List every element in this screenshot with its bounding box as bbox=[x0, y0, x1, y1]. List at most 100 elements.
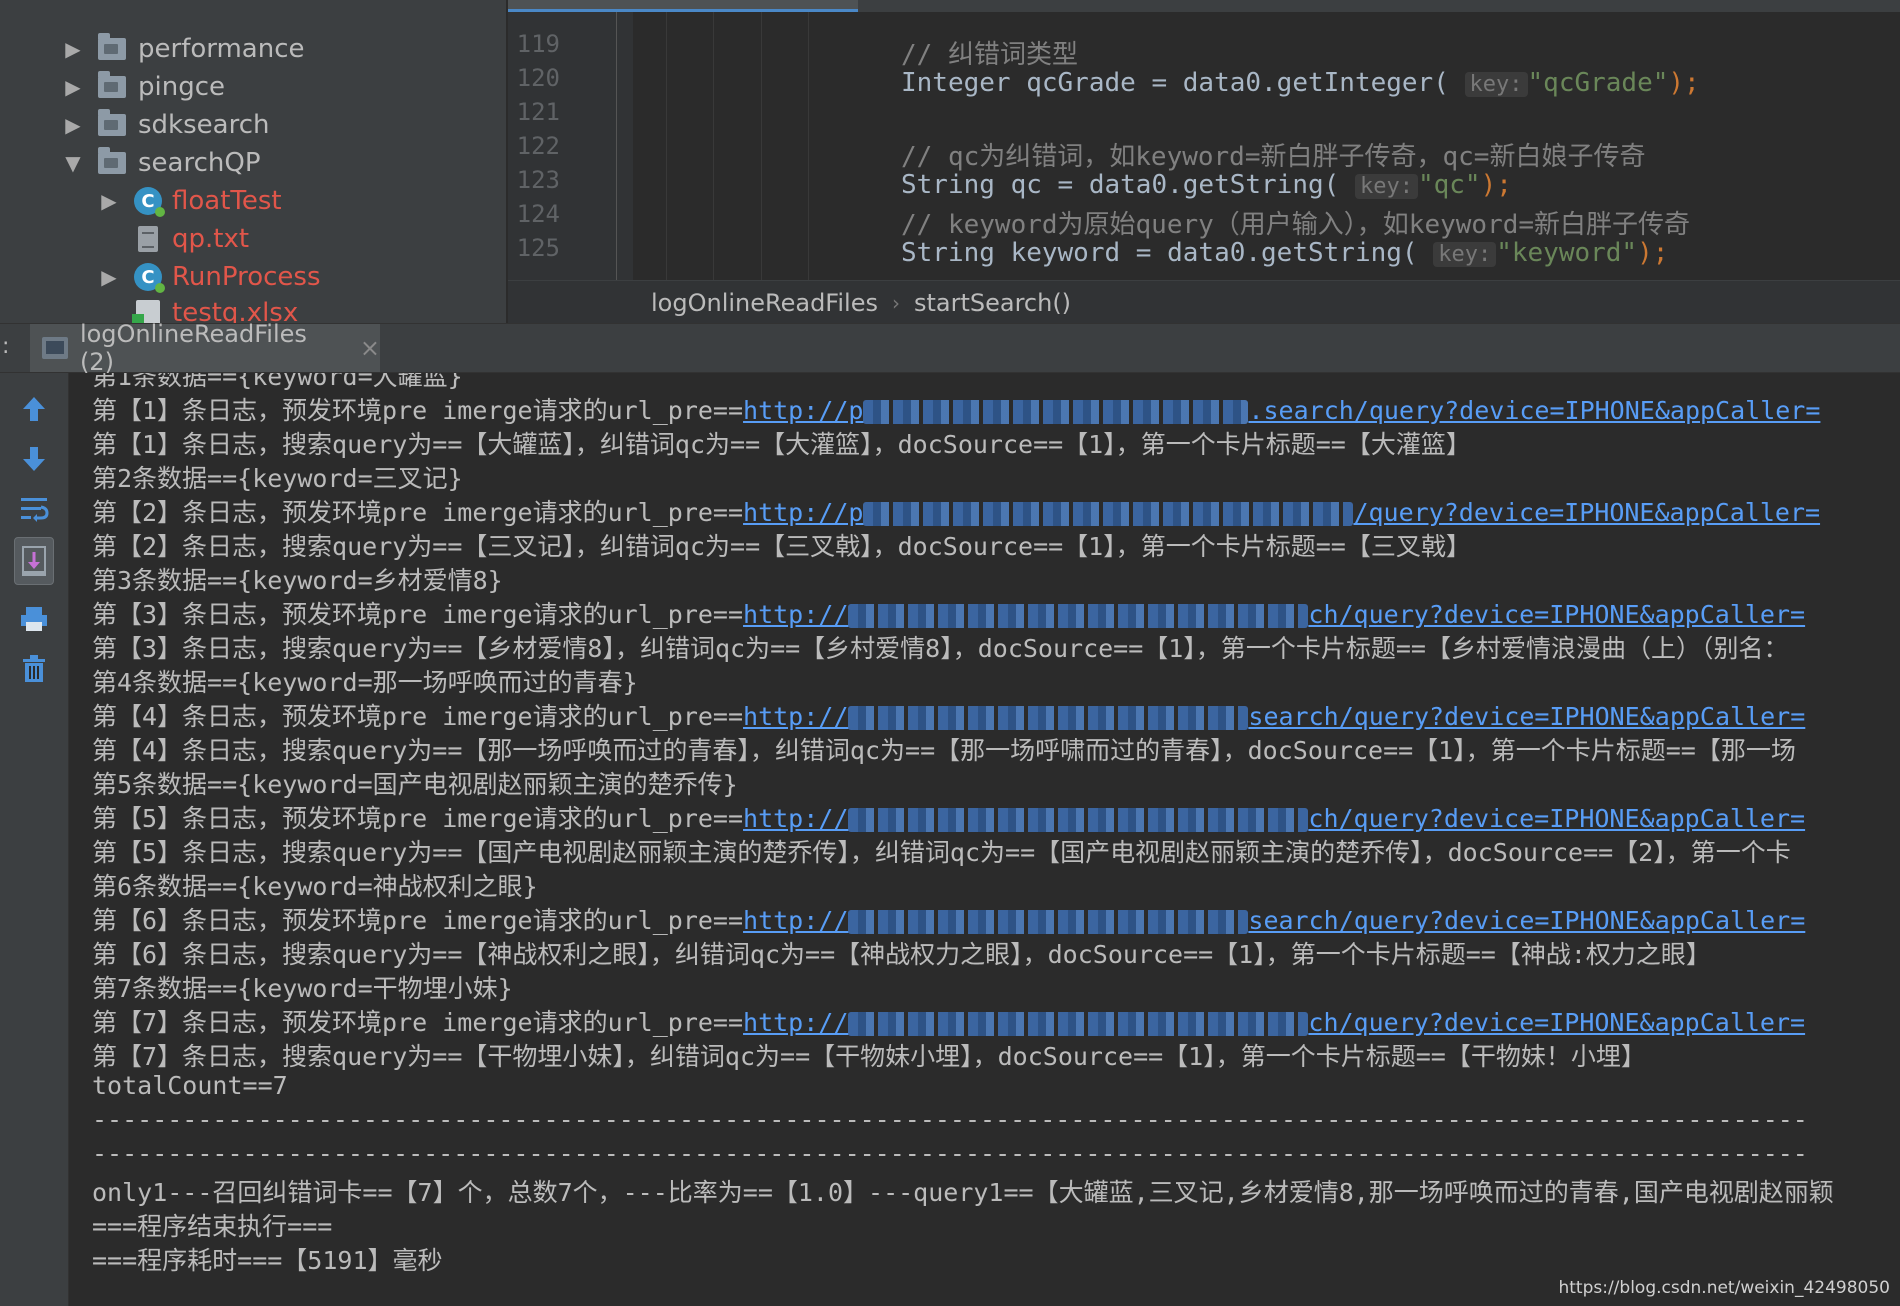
console-line: 第3条数据=={keyword=乡材爱情8} bbox=[92, 561, 503, 597]
code-comment: // 纠错词类型 bbox=[901, 40, 1078, 70]
tree-item-label: floatTest bbox=[172, 186, 282, 216]
redacted-url-segment bbox=[848, 910, 1249, 934]
indent-guide bbox=[666, 12, 667, 280]
console-line: 第2条数据=={keyword=三叉记} bbox=[92, 459, 463, 495]
url-suffix: ch/query?device=IPHONE&appCaller= bbox=[1308, 804, 1806, 833]
up-arrow-icon[interactable] bbox=[14, 389, 54, 429]
console-text: 第【5】条日志，搜索query为==【国产电视剧赵丽颖主演的楚乔传】，纠错词qc… bbox=[92, 838, 1791, 867]
tree-item-sdksearch[interactable]: ▶ sdksearch bbox=[62, 106, 269, 144]
console-url-link[interactable]: http:// ch/query?device=IPHONE&appCaller= bbox=[743, 600, 1805, 629]
trash-icon[interactable] bbox=[14, 649, 54, 689]
breadcrumb-separator: › bbox=[891, 290, 900, 315]
console-text: 第【6】条日志，预发环境pre imerge请求的url_pre== bbox=[92, 906, 744, 935]
tree-item-searchqp[interactable]: ▼ searchQP bbox=[62, 144, 261, 182]
console-line: 第【5】条日志，搜索query为==【国产电视剧赵丽颖主演的楚乔传】，纠错词qc… bbox=[92, 833, 1791, 869]
code-line[interactable]: // 纠错词类型 bbox=[901, 34, 1078, 71]
console-output[interactable]: 第1条数据=={keyword=大罐蓝} 第【1】条日志，预发环境pre imer… bbox=[69, 373, 1900, 1306]
tree-item-performance[interactable]: ▶ performance bbox=[62, 30, 305, 68]
close-icon[interactable]: × bbox=[360, 334, 380, 362]
chevron-right-icon[interactable]: ▶ bbox=[98, 265, 120, 289]
string-literal: "keyword" bbox=[1496, 238, 1638, 268]
editor-tab-active[interactable] bbox=[508, 0, 858, 12]
scroll-to-end-icon[interactable] bbox=[14, 537, 54, 585]
run-tab[interactable]: logOnlineReadFiles (2) × bbox=[30, 320, 380, 376]
console-text: 第【6】条日志，搜索query为==【神战权利之眼】，纠错词qc为==【神战权力… bbox=[92, 940, 1711, 969]
console-text: 第4条数据=={keyword=那一场呼唤而过的青春} bbox=[92, 668, 638, 697]
url-suffix: ch/query?device=IPHONE&appCaller= bbox=[1308, 600, 1806, 629]
code-text: Integer qcGrade = data0.getInteger( bbox=[901, 68, 1449, 98]
console-text: only1---召回纠错词卡==【7】个，总数7个，---比率为==【1.0】-… bbox=[92, 1178, 1834, 1207]
url-prefix: http://p bbox=[743, 396, 864, 425]
run-config-icon bbox=[42, 337, 68, 359]
code-line[interactable]: // qc为纠错词，如keyword=新白胖子传奇，qc=新白娘子传奇 bbox=[901, 136, 1645, 173]
tree-item-pingce[interactable]: ▶ pingce bbox=[62, 68, 225, 106]
string-literal: "qc" bbox=[1417, 170, 1481, 200]
console-line: ===程序结束执行=== bbox=[92, 1207, 332, 1243]
url-suffix: search/query?device=IPHONE&appCaller= bbox=[1248, 906, 1806, 935]
code-line[interactable]: String keyword = data0.getString( key: "k… bbox=[901, 238, 1668, 268]
console-text: 第5条数据=={keyword=国产电视剧赵丽颖主演的楚乔传} bbox=[92, 770, 738, 799]
chevron-right-icon[interactable]: ▶ bbox=[62, 37, 84, 61]
console-line: 第【2】条日志，搜索query为==【三叉记】，纠错词qc为==【三叉戟】，do… bbox=[92, 527, 1471, 563]
code-line[interactable]: String qc = data0.getString( key: "qc"); bbox=[901, 170, 1512, 200]
console-text: 第【1】条日志，搜索query为==【大罐蓝】，纠错词qc为==【大灌篮】，do… bbox=[92, 430, 1471, 459]
tree-item-label: performance bbox=[138, 34, 305, 64]
tree-item-qp-txt[interactable]: ▶qp.txt bbox=[98, 220, 249, 258]
breadcrumb-item[interactable]: logOnlineReadFiles bbox=[651, 289, 878, 317]
java-class-icon: C bbox=[134, 263, 165, 293]
console-text: 第【7】条日志，搜索query为==【干物埋小妹】，纠错词qc为==【干物妹小埋… bbox=[92, 1042, 1646, 1071]
editor-tab-bar bbox=[508, 0, 1900, 12]
console-text: 第【4】条日志，搜索query为==【那一场呼唤而过的青春】，纠错词qc为==【… bbox=[92, 736, 1796, 765]
code-editor[interactable]: 119 120 121 122 123 124 125 // 纠错词类型 Integer qc… bbox=[508, 0, 1900, 323]
console-line: 第1条数据=={keyword=大罐蓝} bbox=[92, 373, 463, 393]
code-text: String qc = data0.getString( bbox=[901, 170, 1340, 200]
line-number: 121 bbox=[516, 98, 560, 126]
console-text: 第6条数据=={keyword=神战权利之眼} bbox=[92, 872, 538, 901]
url-prefix: http:// bbox=[743, 600, 849, 629]
down-arrow-icon[interactable] bbox=[14, 439, 54, 479]
redacted-url-segment bbox=[848, 808, 1309, 832]
tree-item-floattest[interactable]: ▶ CfloatTest bbox=[98, 182, 282, 220]
print-icon[interactable] bbox=[14, 599, 54, 639]
console-text: 第【2】条日志，预发环境pre imerge请求的url_pre== bbox=[92, 498, 744, 527]
url-prefix: http:// bbox=[743, 906, 849, 935]
console-line: ----------------------------------------… bbox=[92, 1105, 1808, 1134]
console-line: only1---召回纠错词卡==【7】个，总数7个，---比率为==【1.0】-… bbox=[92, 1173, 1834, 1209]
breadcrumb-item[interactable]: startSearch() bbox=[914, 289, 1071, 317]
console-url-link[interactable]: http:// search/query?device=IPHONE&appCal… bbox=[743, 906, 1805, 935]
tree-item-testq-xlsx[interactable]: ▶testq.xlsx bbox=[98, 294, 298, 323]
console-text: 第1条数据=={keyword=大罐蓝} bbox=[92, 373, 463, 391]
console-text: 第【7】条日志，预发环境pre imerge请求的url_pre== bbox=[92, 1008, 744, 1037]
chevron-down-icon[interactable]: ▼ bbox=[62, 151, 84, 175]
folder-icon bbox=[98, 71, 126, 98]
console-text: 第【5】条日志，预发环境pre imerge请求的url_pre== bbox=[92, 804, 744, 833]
header-colon: : bbox=[2, 334, 10, 359]
console-url-link[interactable]: http:// search/query?device=IPHONE&appCal… bbox=[743, 702, 1805, 731]
url-suffix: search/query?device=IPHONE&appCaller= bbox=[1248, 702, 1806, 731]
redacted-url-segment bbox=[863, 400, 1249, 424]
console-text: 第【4】条日志，预发环境pre imerge请求的url_pre== bbox=[92, 702, 744, 731]
chevron-right-icon[interactable]: ▶ bbox=[62, 75, 84, 99]
console-line: 第【3】条日志，预发环境pre imerge请求的url_pre==http:/… bbox=[92, 595, 1805, 631]
console-url-link[interactable]: http:// ch/query?device=IPHONE&appCaller= bbox=[743, 804, 1805, 833]
chevron-right-icon[interactable]: ▶ bbox=[62, 113, 84, 137]
gutter-divider bbox=[616, 12, 617, 280]
soft-wrap-icon[interactable] bbox=[14, 489, 54, 529]
console-url-link[interactable]: http://p/query?device=IPHONE&appCaller= bbox=[743, 498, 1820, 527]
console-url-link[interactable]: http:// ch/query?device=IPHONE&appCaller= bbox=[743, 1008, 1805, 1037]
url-suffix: .search/query?device=IPHONE&appCaller= bbox=[1248, 396, 1821, 425]
console-line: 第【3】条日志，搜索query为==【乡材爱情8】，纠错词qc为==【乡村爱情8… bbox=[92, 629, 1788, 665]
url-suffix: /query?device=IPHONE&appCaller= bbox=[1353, 498, 1821, 527]
project-tree-panel: ▶ performance ▶ pingce ▶ sdksearch ▼ searchQP ▶ C… bbox=[0, 0, 507, 323]
code-line[interactable]: Integer qcGrade = data0.getInteger( key:… bbox=[901, 68, 1700, 98]
console-url-link[interactable]: http://p .search/query?device=IPHONE&appC… bbox=[743, 396, 1820, 425]
console-text: totalCount==7 bbox=[92, 1071, 288, 1100]
code-line[interactable]: // keyword为原始query（用户输入），如keyword=新白胖子传奇 bbox=[901, 204, 1690, 241]
java-class-icon: C bbox=[134, 187, 165, 217]
url-prefix: http:// bbox=[743, 702, 849, 731]
watermark-text: https://blog.csdn.net/weixin_42498050 bbox=[1558, 1278, 1890, 1298]
folder-icon bbox=[98, 147, 126, 174]
folder-icon bbox=[98, 109, 126, 136]
chevron-right-icon[interactable]: ▶ bbox=[98, 189, 120, 213]
tree-item-runprocess[interactable]: ▶ C RunProcess bbox=[98, 258, 320, 296]
